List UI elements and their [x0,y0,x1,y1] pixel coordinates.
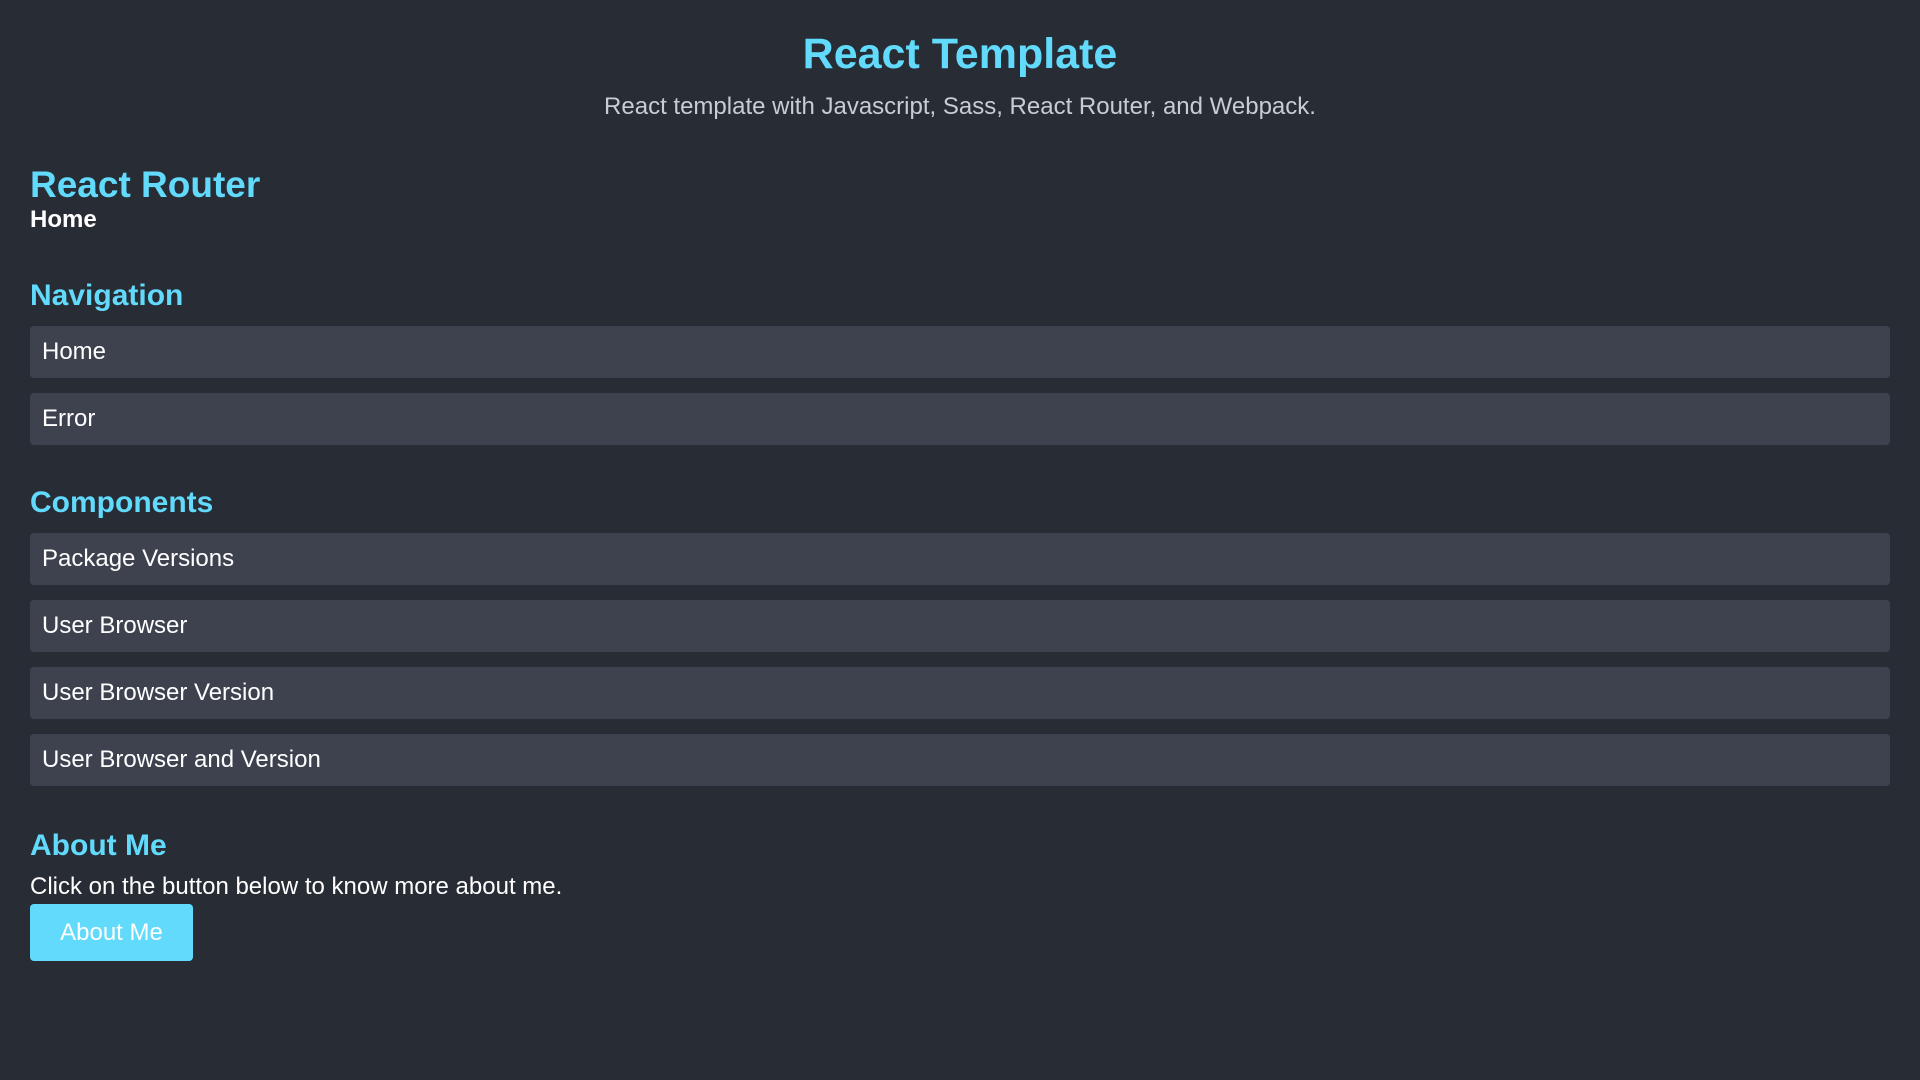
app-header: React Template React template with Javas… [30,0,1890,121]
navigation-list: Home Error [30,326,1890,445]
component-item-user-browser-and-version[interactable]: User Browser and Version [30,734,1890,786]
router-section: React Router Home [30,164,1890,234]
app-subtitle: React template with Javascript, Sass, Re… [604,93,1316,120]
router-title: React Router [30,164,261,205]
navigation-section: Navigation Home Error [30,278,1890,445]
components-title: Components [30,486,214,519]
app-title: React Template [802,30,1118,78]
navigation-title: Navigation [30,279,184,312]
component-item-user-browser-version[interactable]: User Browser Version [30,667,1890,719]
nav-item-error[interactable]: Error [30,393,1890,445]
router-current-page: Home [30,206,97,233]
page: React Template React template with Javas… [0,0,1920,1080]
about-text: Click on the button below to know more a… [30,873,563,900]
about-me-button[interactable]: About Me [30,904,193,961]
about-section: About Me Click on the button below to kn… [30,828,1890,961]
components-section: Components Package Versions User Browser… [30,485,1890,786]
component-item-package-versions[interactable]: Package Versions [30,533,1890,585]
component-item-user-browser[interactable]: User Browser [30,600,1890,652]
about-title: About Me [30,829,167,862]
nav-item-home[interactable]: Home [30,326,1890,378]
components-list: Package Versions User Browser User Brows… [30,533,1890,786]
